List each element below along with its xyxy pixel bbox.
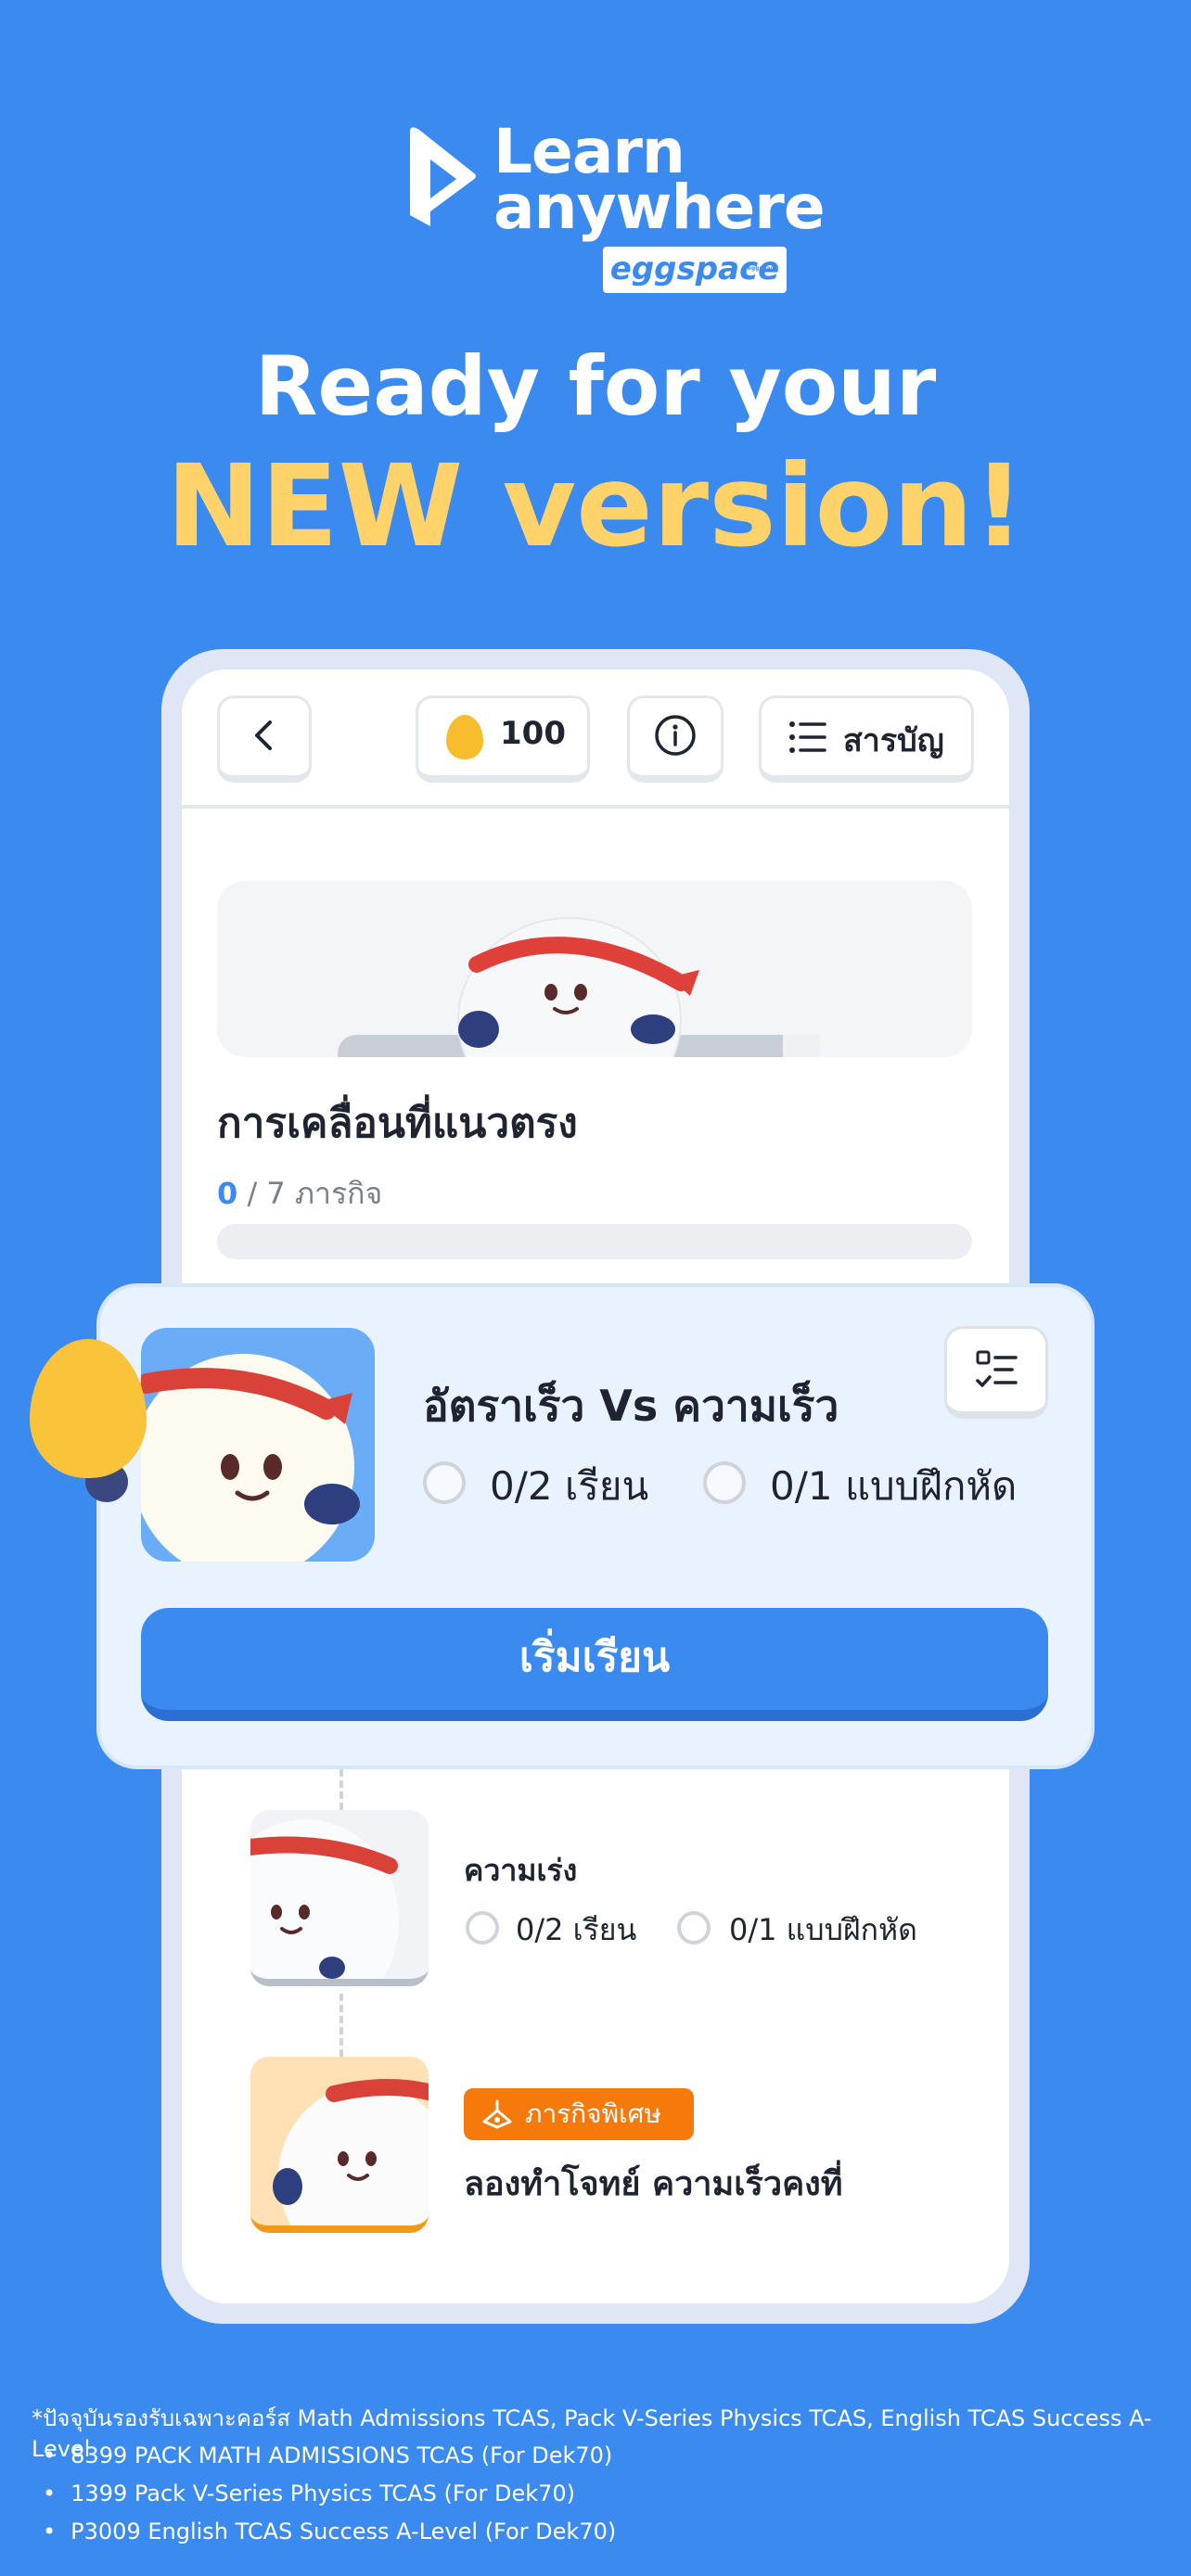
learn-status-radio [423, 1461, 466, 1504]
footer-course-item: 8399 PACK MATH ADMISSIONS TCAS (For Dek7… [43, 2437, 616, 2475]
chapter-hero-image [217, 881, 972, 1057]
info-icon [655, 715, 696, 756]
chevron-left-icon [255, 721, 272, 750]
footer-course-item: P3009 English TCAS Success A-Level (For … [43, 2513, 616, 2551]
special-mission-title[interactable]: ลองทำโจทย์ ความเร็วคงที่ [464, 2157, 842, 2210]
brand-line-2: anywhere [493, 172, 826, 243]
list-icon [789, 721, 826, 753]
headline-line-1: Ready for your [254, 338, 937, 434]
back-button[interactable] [217, 695, 312, 783]
learn-progress: 0/2 เรียน [490, 1463, 649, 1509]
lesson-title[interactable]: ความเร่ง [464, 1847, 577, 1894]
learn-progress: 0/2 เรียน [516, 1912, 637, 1947]
chapter-progress-text: 0 / 7 ภารกิจ [217, 1170, 382, 1218]
table-of-contents-button[interactable]: สารบัญ [759, 695, 974, 783]
mascot-illustration [273, 2079, 429, 2225]
special-mission-badge: ภารกิจพิเศษ [464, 2088, 694, 2140]
special-mission-label: ภารกิจพิเศษ [525, 2098, 661, 2129]
mascot-illustration [250, 1819, 399, 1979]
headline-line-2: NEW version! [166, 440, 1025, 572]
chapter-title: การเคลื่อนที่แนวตรง [217, 1100, 578, 1147]
controller-icon [482, 2099, 512, 2129]
eggspace-badge: eggspace eggspace [603, 247, 787, 293]
footer-course-item: 1399 Pack V-Series Physics TCAS (For Dek… [43, 2475, 616, 2513]
current-lesson-title: อัตราเร็ว Vs ความเร็ว [423, 1381, 839, 1431]
play-logo-icon [410, 127, 476, 226]
practice-status-radio [677, 1911, 711, 1945]
checklist-button[interactable] [944, 1326, 1048, 1419]
header-divider [182, 805, 1009, 809]
practice-progress: 0/1 แบบฝึกหัด [729, 1912, 917, 1947]
checklist-icon [976, 1350, 1018, 1387]
eggspace-small-label: eggspace [747, 265, 777, 272]
practice-status-radio [703, 1461, 746, 1504]
practice-progress: 0/1 แบบฝึกหัด [770, 1463, 1018, 1509]
chapter-progress-rest: / 7 ภารกิจ [237, 1176, 383, 1211]
footer-course-list: 8399 PACK MATH ADMISSIONS TCAS (For Dek7… [43, 2437, 616, 2551]
learn-status-radio [466, 1911, 499, 1945]
chapter-progress-done: 0 [217, 1176, 238, 1211]
mascot-illustration [338, 917, 820, 1057]
brand-name: Learn anywhere [493, 121, 826, 243]
egg-coin-icon [446, 715, 483, 759]
brand-logo: Learn anywhere eggspace eggspace [403, 121, 826, 297]
start-learning-button[interactable]: เริ่มเรียน [141, 1608, 1048, 1721]
info-button[interactable] [627, 695, 724, 783]
mascot-illustration [141, 1354, 360, 1562]
path-connector [339, 1994, 343, 2057]
path-connector [339, 1769, 343, 1810]
chapter-progress-bar [217, 1224, 972, 1259]
toc-label: สารบัญ [843, 722, 944, 759]
coin-counter-button[interactable]: 100 [416, 695, 590, 783]
coin-count: 100 [500, 715, 566, 752]
special-mission-thumbnail[interactable] [250, 2057, 429, 2233]
current-lesson-thumbnail [141, 1328, 375, 1562]
lesson-thumbnail[interactable] [250, 1810, 429, 1986]
